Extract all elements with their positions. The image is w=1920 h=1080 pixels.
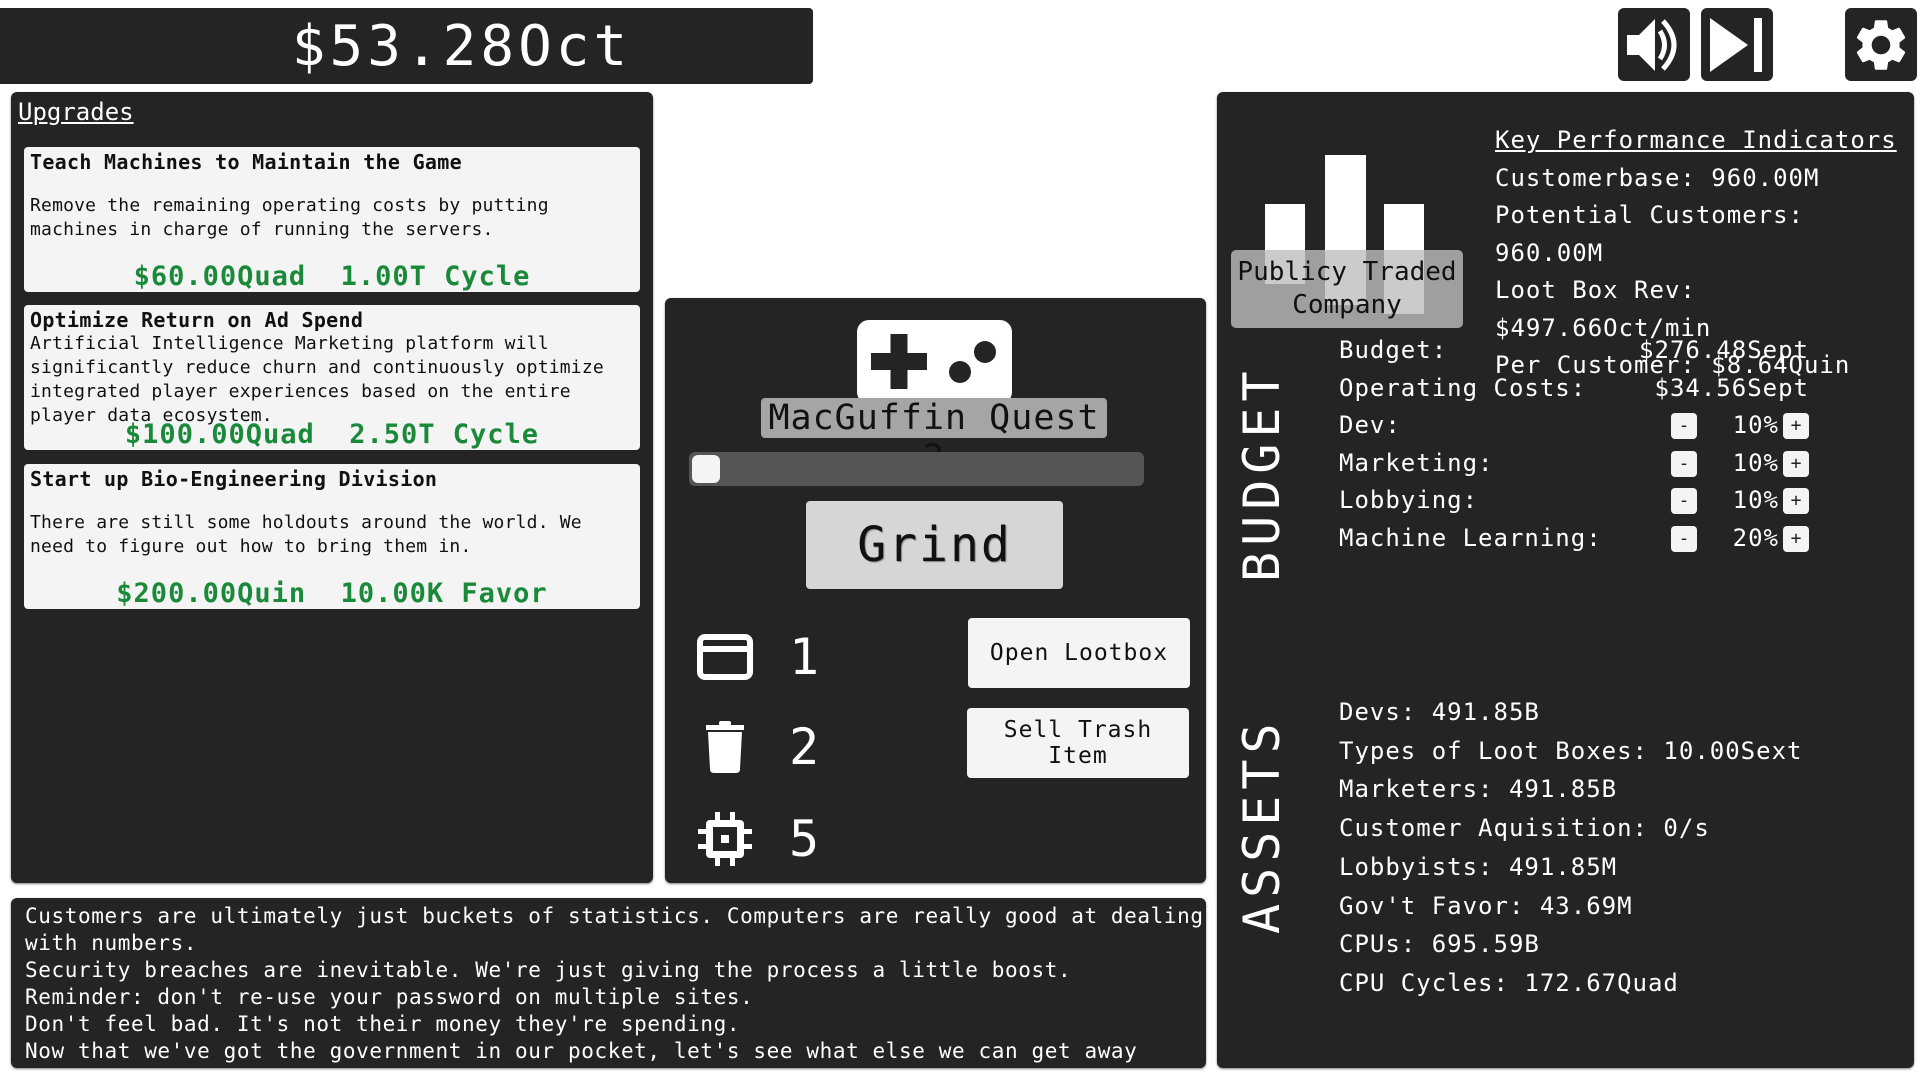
company-status-line1: Publicy Traded	[1237, 257, 1457, 287]
lootbox-count: 1	[789, 628, 820, 686]
cpu-count: 5	[789, 810, 820, 868]
upgrade-name: Start up Bio-Engineering Division	[30, 467, 438, 491]
message-log[interactable]: Customers are ultimately just buckets of…	[11, 898, 1206, 1068]
inventory-lootboxes: 1	[697, 628, 829, 686]
upgrade-name: Teach Machines to Maintain the Game	[30, 150, 462, 174]
log-line: Now that we've got the government in our…	[25, 1039, 1138, 1063]
decrease-machine-learning-button[interactable]: -	[1671, 525, 1697, 552]
trash-icon	[706, 721, 744, 773]
assets-section: Devs: 491.85B Types of Loot Boxes: 10.00…	[1339, 693, 1802, 1003]
increase-marketing-button[interactable]: +	[1783, 450, 1809, 477]
budget-section-label: BUDGET	[1233, 365, 1291, 582]
decrease-lobbying-button[interactable]: -	[1671, 488, 1697, 515]
increase-lobbying-button[interactable]: +	[1783, 488, 1809, 515]
inventory-cpus: 5	[697, 810, 829, 868]
credit-card-icon	[697, 634, 753, 680]
company-status-line2: Company	[1292, 290, 1402, 320]
allocation-label: Marketing:	[1339, 448, 1494, 477]
kpi-title: Key Performance Indicators	[1495, 126, 1897, 154]
log-line: Security breaches are inevitable. We're …	[25, 958, 1072, 982]
upgrades-panel: Upgrades Teach Machines to Maintain the …	[11, 92, 653, 883]
asset-customer-acquisition: Customer Aquisition: 0/s	[1339, 814, 1710, 843]
upgrade-cost: $60.00Quad 1.00T Cycle	[133, 261, 531, 292]
operating-costs-value: $34.56Sept	[1654, 373, 1809, 402]
upgrades-title: Upgrades	[18, 98, 134, 126]
allocation-row-marketing: Marketing: - 10% +	[1339, 445, 1809, 483]
kpi-customerbase: Customerbase: 960.00M	[1495, 163, 1820, 192]
decrease-marketing-button[interactable]: -	[1671, 450, 1697, 477]
cpu-chip-icon	[698, 812, 752, 866]
settings-button[interactable]	[1845, 8, 1917, 81]
kpi-potential-customers: Potential Customers: 960.00M	[1495, 201, 1804, 267]
game-title: MacGuffin Quest 2	[761, 398, 1107, 478]
allocation-value: 10%	[1732, 486, 1779, 515]
skip-button[interactable]	[1701, 8, 1773, 81]
asset-devs: Devs: 491.85B	[1339, 698, 1540, 726]
upgrade-card[interactable]: Optimize Return on Ad Spend Artificial I…	[24, 305, 640, 450]
asset-lobbyists: Lobbyists: 491.85M	[1339, 852, 1618, 881]
allocation-label: Machine Learning:	[1339, 523, 1602, 552]
upgrade-card[interactable]: Teach Machines to Maintain the Game Remo…	[24, 147, 640, 292]
gamepad-icon	[871, 334, 996, 389]
open-lootbox-button[interactable]: Open Lootbox	[968, 618, 1190, 688]
asset-lootbox-types: Types of Loot Boxes: 10.00Sext	[1339, 736, 1803, 765]
allocation-label: Dev:	[1339, 411, 1401, 440]
operating-costs-row: Operating Costs: $34.56Sept	[1339, 370, 1809, 408]
game-cover	[857, 320, 1012, 404]
increase-machine-learning-button[interactable]: +	[1783, 525, 1809, 552]
allocation-row-lobbying: Lobbying: - 10% +	[1339, 482, 1809, 520]
grind-progress-bar	[689, 452, 1144, 486]
budget-section: Budget: $276.48Sept Operating Costs: $34…	[1339, 332, 1809, 558]
trash-count: 2	[789, 718, 820, 776]
money-display: $53.28Oct	[0, 8, 813, 84]
gear-icon	[1856, 19, 1906, 70]
operating-costs-label: Operating Costs:	[1339, 373, 1587, 402]
budget-row: Budget: $276.48Sept	[1339, 332, 1809, 370]
grind-button[interactable]: Grind	[806, 501, 1063, 589]
speaker-icon	[1627, 18, 1677, 71]
budget-value: $276.48Sept	[1639, 336, 1809, 364]
upgrade-cost: $200.00Quin 10.00K Favor	[116, 578, 548, 609]
log-line: Customers are ultimately just buckets of…	[25, 904, 1204, 955]
game-panel: MacGuffin Quest 2 Grind 1 2 5 Open Loot	[665, 298, 1206, 883]
budget-label: Budget:	[1339, 336, 1448, 364]
sound-button[interactable]	[1618, 8, 1690, 81]
grind-progress-fill	[692, 455, 720, 483]
decrease-dev-button[interactable]: -	[1671, 412, 1697, 439]
increase-dev-button[interactable]: +	[1783, 412, 1809, 439]
allocation-value: 10%	[1732, 448, 1779, 477]
allocation-row-dev: Dev: - 10% +	[1339, 407, 1809, 445]
log-line: Reminder: don't re-use your password on …	[25, 985, 754, 1009]
upgrade-name: Optimize Return on Ad Spend	[30, 308, 364, 332]
allocation-value: 20%	[1732, 523, 1779, 552]
inventory-trash: 2	[697, 718, 829, 776]
company-logo: Publicy Traded Company	[1231, 122, 1463, 328]
sell-trash-button[interactable]: Sell Trash Item	[967, 708, 1189, 778]
assets-section-label: ASSETS	[1233, 717, 1291, 934]
upgrade-description: Artificial Intelligence Marketing platfo…	[30, 333, 604, 426]
upgrade-description: Remove the remaining operating costs by …	[30, 195, 549, 240]
stats-panel: Publicy Traded Company Key Performance I…	[1217, 92, 1914, 1068]
upgrade-cost: $100.00Quad 2.50T Cycle	[124, 419, 540, 450]
asset-cpus: CPUs: 695.59B	[1339, 930, 1540, 959]
asset-cpu-cycles: CPU Cycles: 172.67Quad	[1339, 968, 1679, 997]
asset-govt-favor: Gov't Favor: 43.69M	[1339, 891, 1633, 920]
asset-marketers: Marketers: 491.85B	[1339, 775, 1618, 804]
upgrade-card[interactable]: Start up Bio-Engineering Division There …	[24, 464, 640, 609]
money-amount: $53.28Oct	[291, 13, 632, 79]
upgrade-description: There are still some holdouts around the…	[30, 512, 582, 557]
company-status-label: Publicy Traded Company	[1231, 250, 1463, 328]
log-line: Don't feel bad. It's not their money the…	[25, 1012, 741, 1036]
skip-forward-icon	[1710, 17, 1762, 72]
allocation-label: Lobbying:	[1339, 486, 1479, 515]
allocation-value: 10%	[1732, 411, 1779, 440]
allocation-row-machine-learning: Machine Learning: - 20% +	[1339, 520, 1809, 558]
